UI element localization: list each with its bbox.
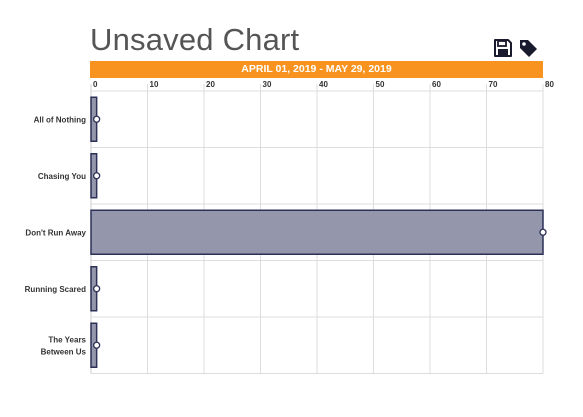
x-tick-label: 10 <box>150 80 159 89</box>
bar-marker <box>539 228 547 236</box>
bar-marker <box>93 285 101 293</box>
x-tick-label: 20 <box>206 80 215 89</box>
x-tick-label: 40 <box>319 80 328 89</box>
category-label: Running Scared <box>25 285 86 294</box>
chart-title: Unsaved Chart <box>90 22 300 57</box>
bar-marker <box>93 172 101 180</box>
category-label: Don't Run Away <box>25 228 86 237</box>
x-tick-label: 80 <box>545 80 554 89</box>
x-tick-label: 30 <box>263 80 272 89</box>
category-label: Chasing You <box>38 172 86 181</box>
x-tick-label: 50 <box>376 80 385 89</box>
x-tick-label: 60 <box>432 80 441 89</box>
x-tick-label: 70 <box>489 80 498 89</box>
tag-icon[interactable] <box>518 38 538 58</box>
x-tick-label: 0 <box>93 80 98 89</box>
category-label: Between Us <box>41 347 87 356</box>
bar-marker <box>93 115 101 123</box>
category-label: All of Nothing <box>34 115 87 124</box>
date-range-banner: APRIL 01, 2019 - MAY 29, 2019 <box>90 61 543 78</box>
save-icon[interactable] <box>493 38 513 58</box>
category-label: The Years <box>48 335 86 344</box>
bar <box>90 209 544 255</box>
bar-marker <box>93 341 101 349</box>
toolbar-icons <box>493 38 541 60</box>
bar-chart: 0 10 20 30 40 50 60 70 80 All of Nothing Chasing Y… <box>25 80 554 374</box>
